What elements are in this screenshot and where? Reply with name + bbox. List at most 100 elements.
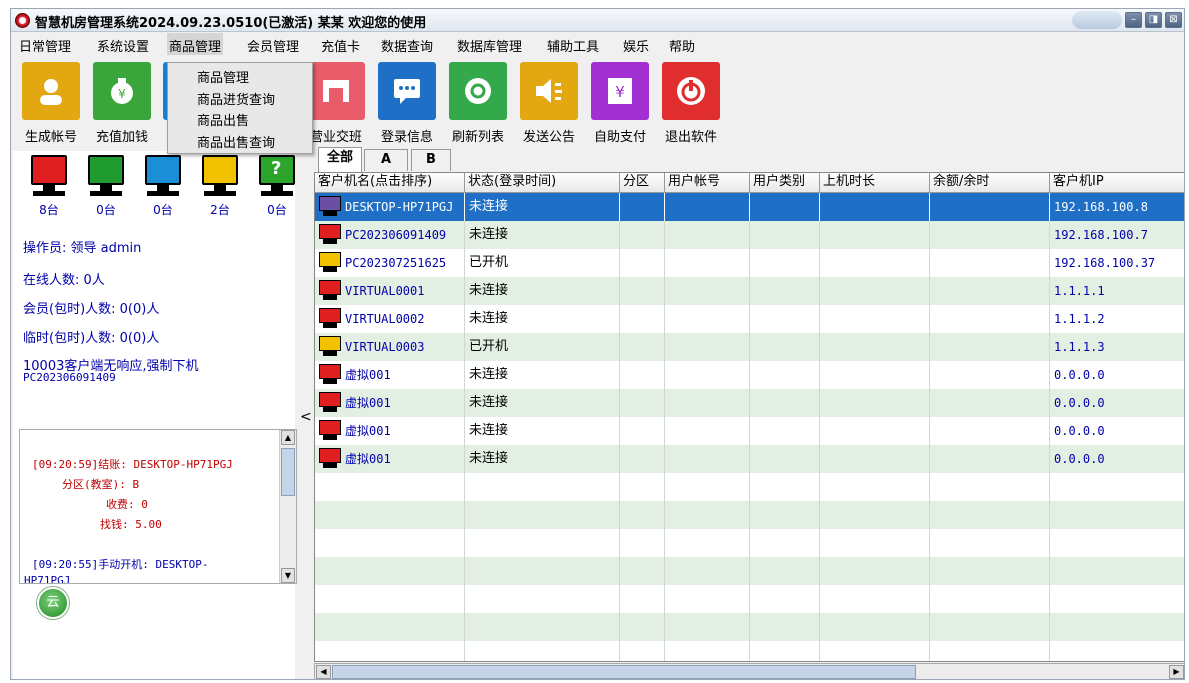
client-ip: 1.1.1.3 xyxy=(1050,333,1184,361)
client-monitor-icon xyxy=(319,364,341,386)
table-row[interactable]: 虚拟001 未连接 0.0.0.0 xyxy=(315,417,1184,445)
menu-1[interactable]: 系统设置 xyxy=(97,36,149,55)
table-cell xyxy=(620,501,665,529)
client-status: 未连接 xyxy=(465,417,620,445)
table-cell xyxy=(930,445,1050,473)
table-cell xyxy=(620,641,665,661)
close-button[interactable]: ⊠ xyxy=(1165,12,1182,28)
menu-0[interactable]: 日常管理 xyxy=(19,36,71,55)
toolbar-button-0[interactable]: 生成帐号 xyxy=(16,62,86,150)
status-count-1: 0台 xyxy=(96,203,116,217)
table-cell xyxy=(665,193,750,221)
tab-1[interactable]: A xyxy=(364,149,408,171)
minimize-button[interactable]: – xyxy=(1125,12,1142,28)
monitor-icon xyxy=(202,155,238,185)
table-cell xyxy=(750,473,820,501)
status-count-0: 8台 xyxy=(39,203,59,217)
menu-2[interactable]: 商品管理 xyxy=(167,33,224,55)
maximize-button[interactable]: ◨ xyxy=(1145,12,1162,28)
table-row[interactable]: 虚拟001 未连接 0.0.0.0 xyxy=(315,389,1184,417)
table-cell xyxy=(465,529,620,557)
dropdown-item-2[interactable]: 商品出售 xyxy=(197,110,249,129)
table-cell xyxy=(820,473,930,501)
speaker-icon xyxy=(520,62,578,120)
goods-dropdown-menu: 商品管理商品进货查询 商品出售商品出售查询 xyxy=(167,62,313,154)
scroll-right-icon[interactable]: ▶ xyxy=(1169,665,1184,679)
table-cell xyxy=(930,193,1050,221)
menu-3[interactable]: 会员管理 xyxy=(247,36,299,55)
menu-6[interactable]: 数据库管理 xyxy=(457,36,522,55)
toolbar-button-1[interactable]: ¥ 充值加钱 xyxy=(87,62,157,150)
tab-0[interactable]: 全部 xyxy=(318,147,362,172)
table-hscrollbar[interactable]: ◀ ▶ xyxy=(314,663,1184,679)
collapse-arrow-icon[interactable]: < xyxy=(300,409,312,425)
log-line-5: HP71PGJ xyxy=(24,574,71,584)
table-row[interactable]: 虚拟001 未连接 0.0.0.0 xyxy=(315,361,1184,389)
window-title: 智慧机房管理系统2024.09.23.0510(已激活) 某某 欢迎您的使用 xyxy=(35,16,427,31)
table-cell xyxy=(315,585,465,613)
tab-2[interactable]: B xyxy=(411,149,451,171)
panel-splitter[interactable]: < xyxy=(297,151,313,679)
dropdown-item-3[interactable]: 商品出售查询 xyxy=(197,132,275,151)
menu-9[interactable]: 帮助 xyxy=(669,36,695,55)
table-scroll-thumb[interactable] xyxy=(332,665,916,679)
table-cell xyxy=(620,193,665,221)
table-cell xyxy=(750,557,820,585)
toolbar-button-8[interactable]: 退出软件 xyxy=(656,62,726,150)
table-cell xyxy=(315,529,465,557)
table-cell xyxy=(1050,501,1184,529)
table-cell xyxy=(930,305,1050,333)
client-monitor-icon xyxy=(319,448,341,470)
toolbar-button-4[interactable]: 登录信息 xyxy=(372,62,442,150)
table-cell xyxy=(620,473,665,501)
table-cell xyxy=(930,361,1050,389)
menu-4[interactable]: 充值卡 xyxy=(321,36,360,55)
column-header-6[interactable]: 余额/余时 xyxy=(930,173,1050,192)
log-scrollbar[interactable]: ▲ ▼ xyxy=(279,430,296,583)
menu-5[interactable]: 数据查询 xyxy=(381,36,433,55)
table-cell xyxy=(620,585,665,613)
dropdown-item-1[interactable]: 商品进货查询 xyxy=(197,89,275,108)
column-header-5[interactable]: 上机时长 xyxy=(820,173,930,192)
table-row[interactable]: PC202306091409 未连接 192.168.100.7 xyxy=(315,221,1184,249)
table-cell xyxy=(1050,613,1184,641)
empty-row xyxy=(315,501,1184,529)
table-cell xyxy=(315,501,465,529)
table-row[interactable]: VIRTUAL0002 未连接 1.1.1.2 xyxy=(315,305,1184,333)
column-header-3[interactable]: 用户帐号 xyxy=(665,173,750,192)
table-cell xyxy=(820,613,930,641)
table-cell xyxy=(620,221,665,249)
table-row[interactable]: PC202307251625 已开机 192.168.100.37 xyxy=(315,249,1184,277)
column-header-4[interactable]: 用户类别 xyxy=(750,173,820,192)
table-cell xyxy=(620,305,665,333)
status-count-3: 2台 xyxy=(210,203,230,217)
table-row[interactable]: VIRTUAL0001 未连接 1.1.1.1 xyxy=(315,277,1184,305)
monitor-base xyxy=(147,191,179,196)
dropdown-item-0[interactable]: 商品管理 xyxy=(197,67,249,86)
toolbar-button-7[interactable]: ¥ 自助支付 xyxy=(585,62,655,150)
column-header-0[interactable]: 客户机名(点击排序) xyxy=(315,173,465,192)
scroll-up-icon[interactable]: ▲ xyxy=(281,430,295,445)
log-line-2: 收费: 0 xyxy=(106,498,148,511)
toolbar-button-5[interactable]: 刷新列表 xyxy=(443,62,513,150)
table-row[interactable]: VIRTUAL0003 已开机 1.1.1.3 xyxy=(315,333,1184,361)
event-log[interactable]: ▲ ▼ [09:20:59]结账: DESKTOP-HP71PGJ 分区(教室):… xyxy=(19,429,297,584)
table-header: 客户机名(点击排序) 状态(登录时间) 分区 用户帐号 用户类别 上机时长 余额/余时 客户机… xyxy=(315,173,1184,193)
table-row[interactable]: DESKTOP-HP71PGJ 未连接 192.168.100.8 xyxy=(315,193,1184,221)
table-cell xyxy=(665,333,750,361)
menu-8[interactable]: 娱乐 xyxy=(623,36,649,55)
client-monitor-icon xyxy=(319,308,341,330)
column-header-2[interactable]: 分区 xyxy=(620,173,665,192)
table-cell xyxy=(465,501,620,529)
log-scroll-thumb[interactable] xyxy=(281,448,295,496)
menu-7[interactable]: 辅助工具 xyxy=(547,36,599,55)
table-cell xyxy=(665,529,750,557)
scroll-left-icon[interactable]: ◀ xyxy=(316,665,331,679)
scroll-down-icon[interactable]: ▼ xyxy=(281,568,295,583)
table-cell xyxy=(315,641,465,661)
table-row[interactable]: 虚拟001 未连接 0.0.0.0 xyxy=(315,445,1184,473)
column-header-1[interactable]: 状态(登录时间) xyxy=(465,173,620,192)
toolbar-button-6[interactable]: 发送公告 xyxy=(514,62,584,150)
column-header-7[interactable]: 客户机IP xyxy=(1050,173,1184,192)
cloud-icon[interactable]: 云 xyxy=(37,587,69,619)
